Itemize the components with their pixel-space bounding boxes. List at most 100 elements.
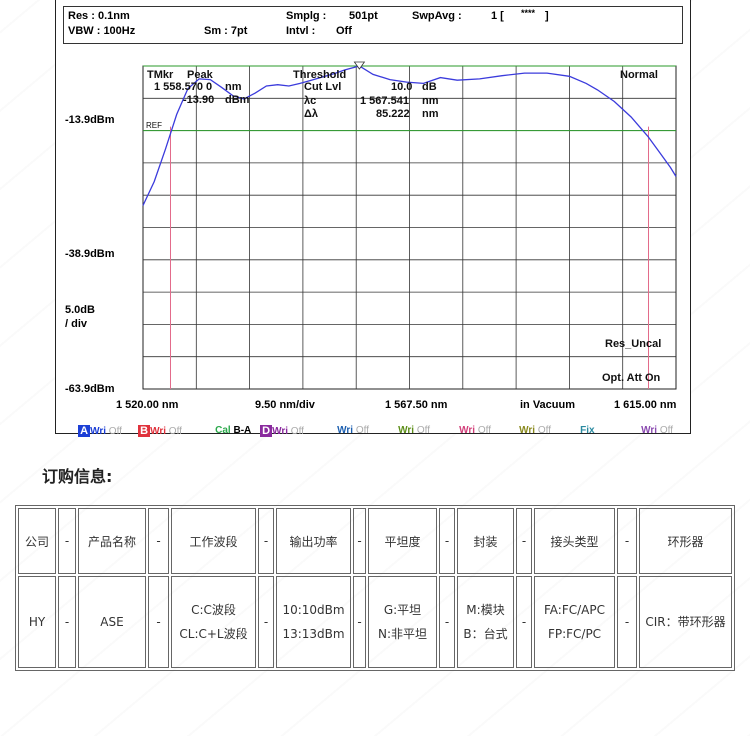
trace-g-status: Wri Off <box>448 414 491 447</box>
trace-b-badge: B <box>138 425 151 437</box>
trace-e-mode: Wri <box>337 425 354 436</box>
product-code: ASE <box>100 615 124 629</box>
trace-a-state: Off <box>108 426 122 437</box>
ordering-header-row: 公司 - 产品名称 - 工作波段 - 输出功率 - 平坦度 - 封装 - 接头类… <box>18 508 732 574</box>
trace-c-status: Cal B-A <box>204 414 251 447</box>
value-product-name: ASE <box>78 576 146 668</box>
trace-d-state: Off <box>290 426 304 437</box>
value-package: M:模块 B：台式 <box>457 576 514 668</box>
osa-screen: Res : 0.1nm VBW : 100Hz Smplg : 501pt Sm… <box>55 0 691 437</box>
package-option-m: M:模块 <box>466 603 505 617</box>
connector-option-fp: FP:FC/PC <box>547 627 602 641</box>
x-tick-start: 1 520.00 nm <box>116 399 179 411</box>
flatness-option-n: N:非平坦 <box>377 627 428 641</box>
separator: - <box>617 508 637 574</box>
flatness-option-g: G:平坦 <box>383 603 422 617</box>
cut-level-label: Cut Lvl <box>304 81 341 93</box>
separator: - <box>353 576 366 668</box>
trace-j-status: Wri Off <box>630 414 673 447</box>
trace-h-state: Off <box>537 425 551 436</box>
marker-level-unit: dBm <box>225 94 250 106</box>
bandwidth-label: Δλ <box>304 108 318 120</box>
marker-wavelength: 1 558.570 0 <box>154 81 212 93</box>
center-wavelength-value: 1 567.541 <box>360 95 409 107</box>
ordering-table: 公司 - 产品名称 - 工作波段 - 输出功率 - 平坦度 - 封装 - 接头类… <box>15 505 735 671</box>
header-output-power: 输出功率 <box>276 508 351 574</box>
vacuum-label: in Vacuum <box>520 399 576 411</box>
band-option-cl: CL:C+L波段 <box>179 627 248 641</box>
separator: - <box>516 576 532 668</box>
peak-label: Peak <box>187 69 214 81</box>
header-product-name: 产品名称 <box>78 508 146 574</box>
trace-f-mode: Wri <box>398 425 415 436</box>
trace-f-status: Wri Off <box>387 414 430 447</box>
ordering-value-row: HY - ASE - C:C波段 CL:C+L波段 - 10:10dBm 13:13… <box>18 576 732 668</box>
header-connector-type: 接头类型 <box>534 508 615 574</box>
header-company: 公司 <box>18 508 56 574</box>
value-circulator: CIR：带环形器 <box>639 576 732 668</box>
separator: - <box>439 508 455 574</box>
value-flatness: G:平坦 N:非平坦 <box>368 576 437 668</box>
value-connector-type: FA:FC/APC FP:FC/PC <box>534 576 615 668</box>
separator: - <box>617 576 637 668</box>
trace-e-status: Wri Off <box>326 414 369 447</box>
trace-e-state: Off <box>355 425 369 436</box>
separator: - <box>148 508 169 574</box>
trace-j-state: Off <box>659 425 673 436</box>
value-band: C:C波段 CL:C+L波段 <box>171 576 256 668</box>
trace-d-badge: D <box>260 425 273 437</box>
resolution-uncal-label: Res_Uncal <box>605 338 661 350</box>
separator: - <box>258 576 274 668</box>
trace-a-badge: A <box>78 425 91 437</box>
header-package: 封装 <box>457 508 514 574</box>
separator: - <box>439 576 455 668</box>
trace-i-status: Fix <box>569 414 595 447</box>
cut-level-value: 10.0 <box>391 81 412 93</box>
ordering-info-title: 订购信息: <box>42 467 113 486</box>
trace-h-status: Wri Off <box>508 414 551 447</box>
separator: - <box>148 576 169 668</box>
tmkr-label: TMkr <box>147 69 174 81</box>
x-scale-label: 9.50 nm/div <box>255 399 315 411</box>
trace-b-mode: Wri <box>150 426 167 437</box>
trace-a-mode: Wri <box>90 426 107 437</box>
trace-f-state: Off <box>416 425 430 436</box>
attenuation-label: Opt. Att On <box>602 372 661 384</box>
header-circulator: 环形器 <box>639 508 732 574</box>
trace-b-status: B Wri Off <box>127 414 182 448</box>
value-output-power: 10:10dBm 13:13dBm <box>276 576 351 668</box>
x-tick-center: 1 567.50 nm <box>385 399 448 411</box>
power-option-10: 10:10dBm <box>282 603 345 617</box>
marker-wavelength-unit: nm <box>225 81 242 93</box>
band-option-c: C:C波段 <box>191 603 236 617</box>
separator: - <box>516 508 532 574</box>
package-option-b: B：台式 <box>463 627 508 641</box>
separator: - <box>353 508 366 574</box>
trace-j-mode: Wri <box>641 425 658 436</box>
spectrum-plot: TMkr Peak 1 558.570 0 nm -13.90 dBm Thre… <box>142 61 677 390</box>
center-wavelength-label: λc <box>304 95 316 107</box>
separator: - <box>58 508 76 574</box>
trace-d-mode: Wri <box>272 426 289 437</box>
trace-b-state: Off <box>168 426 182 437</box>
trace-a-status: A Wri Off <box>67 414 122 448</box>
circulator-option: CIR：带环形器 <box>645 615 726 629</box>
trace-d-status: D Wri Off <box>249 414 304 448</box>
marker-level: -13.90 <box>183 94 214 106</box>
connector-option-fa: FA:FC/APC <box>544 603 605 617</box>
cut-level-unit: dB <box>422 81 437 93</box>
threshold-label: Threshold <box>293 69 346 81</box>
trace-i-mode: Fix <box>580 425 595 436</box>
power-option-13: 13:13dBm <box>282 627 345 641</box>
value-company: HY <box>18 576 56 668</box>
company-code: HY <box>28 615 46 629</box>
trace-h-mode: Wri <box>519 425 536 436</box>
header-band: 工作波段 <box>171 508 256 574</box>
bandwidth-value: 85.222 <box>376 108 410 120</box>
x-tick-end: 1 615.00 nm <box>614 399 677 411</box>
center-wavelength-unit: nm <box>422 95 439 107</box>
separator: - <box>258 508 274 574</box>
trace-g-state: Off <box>477 425 491 436</box>
bandwidth-unit: nm <box>422 108 439 120</box>
header-flatness: 平坦度 <box>368 508 437 574</box>
